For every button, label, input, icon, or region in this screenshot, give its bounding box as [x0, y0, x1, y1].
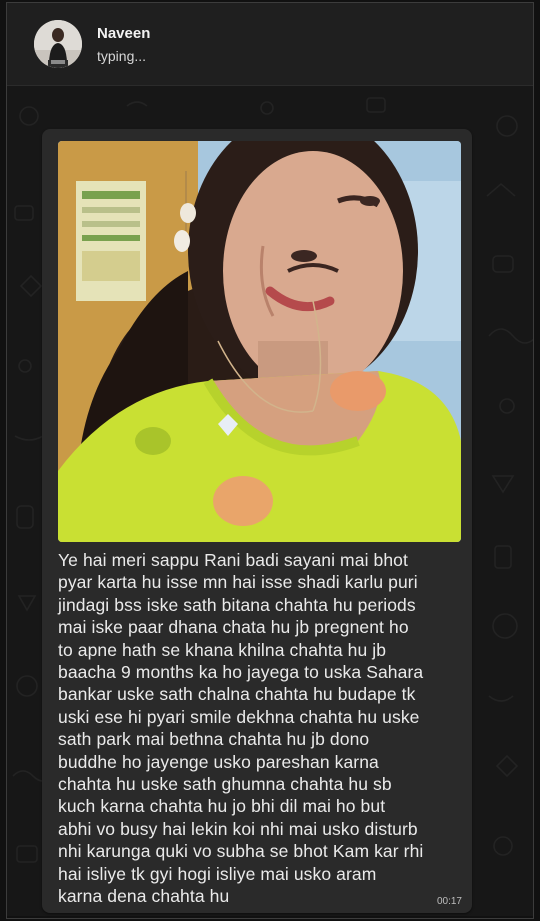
typing-status: typing...: [97, 48, 147, 64]
message-text: Ye hai meri sappu Rani badi sayani mai b…: [58, 550, 424, 907]
chat-window: Naveen typing... Ye hai meri sappu Rani …: [0, 0, 540, 921]
image-message-bubble[interactable]: Ye hai meri sappu Rani badi sayani mai b…: [42, 129, 472, 913]
chat-header[interactable]: Naveen typing...: [7, 3, 533, 86]
portrait-photo-icon: [58, 141, 461, 542]
contact-avatar[interactable]: [34, 20, 82, 68]
message-photo[interactable]: [58, 141, 461, 542]
contact-name[interactable]: Naveen: [97, 25, 150, 42]
message-timestamp: 00:17: [436, 896, 462, 907]
user-avatar-icon: [34, 20, 82, 68]
